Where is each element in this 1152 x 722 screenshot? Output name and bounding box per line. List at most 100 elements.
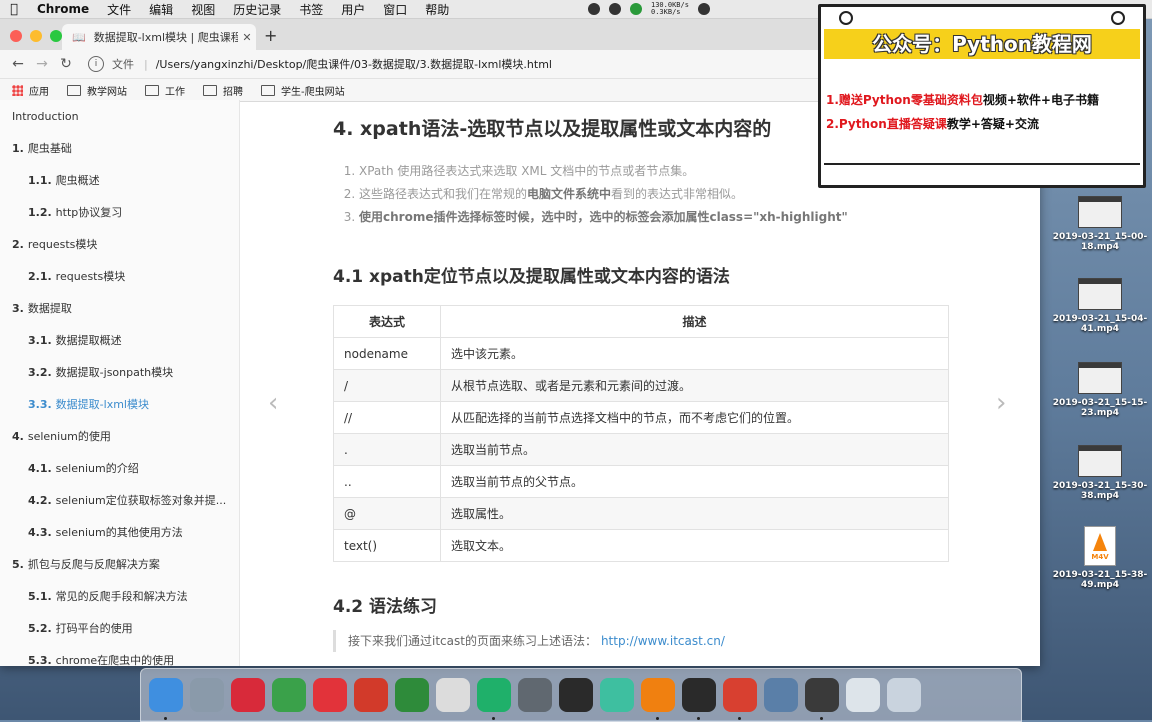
note-text-post: 看到的表达式非常相似。 xyxy=(611,187,744,201)
chevron-right-icon[interactable]: › xyxy=(996,388,1006,418)
desktop-file[interactable]: 2019-03-21_15-04-41.mp4 xyxy=(1050,278,1150,334)
dock-app-icon[interactable] xyxy=(846,678,880,712)
promo-line-2-red: 2.Python直播答疑课 xyxy=(826,117,947,131)
sidebar-item[interactable]: 3.1. 数据提取概述 xyxy=(0,324,239,356)
promo-divider xyxy=(824,163,1140,165)
sidebar-item[interactable]: 5.3. chrome在爬虫中的使用 xyxy=(0,644,239,667)
menu-history[interactable]: 历史记录 xyxy=(224,1,290,18)
sidebar-item[interactable]: 4.2. selenium定位获取标签对象并提... xyxy=(0,484,239,516)
sidebar-item[interactable]: 1. 爬虫基础 xyxy=(0,132,239,164)
desktop-file[interactable]: 2019-03-21_15-30-38.mp4 xyxy=(1050,445,1150,501)
folder-icon xyxy=(203,84,217,96)
expression-cell: nodename xyxy=(333,337,441,370)
sidebar-item[interactable]: 3. 数据提取 xyxy=(0,292,239,324)
menu-view[interactable]: 视图 xyxy=(182,1,224,18)
sidebar-item[interactable]: 4.3. selenium的其他使用方法 xyxy=(0,516,239,548)
sidebar-item[interactable]: 5.1. 常见的反爬手段和解决方法 xyxy=(0,580,239,612)
dock-app-icon[interactable] xyxy=(805,678,839,720)
desktop-file[interactable]: 2019-03-21_15-15-23.mp4 xyxy=(1050,362,1150,418)
dock-app-icon[interactable] xyxy=(600,678,634,712)
sidebar-item[interactable]: 2.1. requests模块 xyxy=(0,260,239,292)
sidebar-item[interactable]: 5. 抓包与反爬与反爬解决方案 xyxy=(0,548,239,580)
menu-bookmarks[interactable]: 书签 xyxy=(290,1,332,18)
dock-app-icon[interactable] xyxy=(149,678,183,720)
reload-button[interactable]: ↻ xyxy=(54,56,78,72)
dock-app-icon[interactable] xyxy=(477,678,511,720)
itcast-link[interactable]: http://www.itcast.cn/ xyxy=(601,634,725,648)
close-window-button[interactable] xyxy=(10,30,22,42)
address-bar[interactable]: i 文件 | /Users/yangxinzhi/Desktop/爬虫课件/03… xyxy=(88,56,552,72)
desktop-file[interactable]: 2019-03-21_15-00-18.mp4 xyxy=(1050,196,1150,252)
dock-app-icon[interactable] xyxy=(764,678,798,712)
sidebar-item[interactable]: 3.3. 数据提取-lxml模块 xyxy=(0,388,239,420)
table-row: text() 选取文本。 xyxy=(333,529,949,562)
video-thumbnail-icon xyxy=(1078,278,1122,310)
sidebar-item[interactable]: Introduction xyxy=(0,100,239,132)
apple-icon[interactable]:  xyxy=(0,2,28,17)
sidebar-item-label: 数据提取-lxml模块 xyxy=(55,398,149,411)
sidebar-item-number: 5.3. xyxy=(28,653,52,667)
sidebar-item[interactable]: 2. requests模块 xyxy=(0,228,239,260)
dock-app-icon[interactable] xyxy=(313,678,347,712)
bookmark-label: 应用 xyxy=(29,86,49,98)
menu-help[interactable]: 帮助 xyxy=(416,1,458,18)
dock-app-icon[interactable] xyxy=(190,678,224,712)
promo-line-1-black: 视频+软件+电子书籍 xyxy=(982,93,1099,107)
dock xyxy=(140,668,1022,722)
dock-app-icon[interactable] xyxy=(354,678,388,712)
sidebar-item[interactable]: 5.2. 打码平台的使用 xyxy=(0,612,239,644)
menu-edit[interactable]: 编辑 xyxy=(140,1,182,18)
dock-app-icon[interactable] xyxy=(231,678,265,712)
upload-icon[interactable] xyxy=(630,3,642,15)
dock-app-icon[interactable] xyxy=(518,678,552,712)
address-scheme: 文件 xyxy=(112,58,134,71)
promo-line-2: 2.Python直播答疑课教学+答疑+交流 xyxy=(826,115,1039,132)
sidebar-item[interactable]: 4. selenium的使用 xyxy=(0,420,239,452)
forward-button[interactable]: → xyxy=(30,56,54,72)
sidebar-item[interactable]: 4.1. selenium的介绍 xyxy=(0,452,239,484)
bookmark-teaching[interactable]: 教学网站 xyxy=(67,83,127,98)
quote-text: 接下来我们通过itcast的页面来练习上述语法： xyxy=(348,634,597,648)
back-button[interactable]: ← xyxy=(6,56,30,72)
record-icon[interactable] xyxy=(609,3,621,15)
bookmark-student[interactable]: 学生-爬虫网站 xyxy=(261,83,345,98)
bookmark-apps[interactable]: 应用 xyxy=(12,83,49,98)
desktop-file[interactable]: M4V 2019-03-21_15-38-49.mp4 xyxy=(1050,526,1150,590)
sidebar-item-label: selenium的其他使用方法 xyxy=(55,526,183,539)
bookmark-jobs[interactable]: 招聘 xyxy=(203,83,243,98)
description-cell: 选取文本。 xyxy=(440,529,949,562)
promo-overlay: 公众号：Python教程网 1.赠送Python零基础资料包视频+软件+电子书籍… xyxy=(818,4,1146,188)
menu-file[interactable]: 文件 xyxy=(98,1,140,18)
promo-line-2-black: 教学+答疑+交流 xyxy=(946,117,1039,131)
send-icon[interactable] xyxy=(588,3,600,15)
menu-people[interactable]: 用户 xyxy=(332,1,374,18)
dock-app-icon[interactable] xyxy=(272,678,306,712)
bookmark-work[interactable]: 工作 xyxy=(145,83,185,98)
dock-app-icon[interactable] xyxy=(723,678,757,720)
chevron-left-icon[interactable]: ‹ xyxy=(268,388,278,418)
table-row: //从匹配选择的当前节点选择文档中的节点，而不考虑它们的位置。 xyxy=(333,401,949,434)
menu-chrome[interactable]: Chrome xyxy=(28,2,98,16)
description-cell: 选中该元素。 xyxy=(440,337,949,370)
bookmark-label: 招聘 xyxy=(223,86,243,98)
new-tab-button[interactable]: + xyxy=(264,26,277,45)
dock-app-icon[interactable] xyxy=(641,678,675,720)
menu-window[interactable]: 窗口 xyxy=(374,1,416,18)
minimize-window-button[interactable] xyxy=(30,30,42,42)
dock-app-icon[interactable] xyxy=(682,678,716,720)
app-icon[interactable] xyxy=(697,3,710,15)
sidebar-item-number: 4. xyxy=(12,429,24,443)
description-cell: 从匹配选择的当前节点选择文档中的节点，而不考虑它们的位置。 xyxy=(440,401,949,434)
dock-app-icon[interactable] xyxy=(436,678,470,712)
dock-app-icon[interactable] xyxy=(559,678,593,712)
info-icon[interactable]: i xyxy=(88,56,104,72)
sidebar-item[interactable]: 1.1. 爬虫概述 xyxy=(0,164,239,196)
close-tab-icon[interactable]: ✕ xyxy=(238,31,256,44)
tab-lxml[interactable]: 📖 数据提取-lxml模块 | 爬虫课程概 ✕ xyxy=(62,24,256,50)
sidebar-item[interactable]: 1.2. http协议复习 xyxy=(0,196,239,228)
zoom-window-button[interactable] xyxy=(50,30,62,42)
dock-app-icon[interactable] xyxy=(887,678,921,712)
dock-app-icon[interactable] xyxy=(395,678,429,712)
sidebar-item[interactable]: 3.2. 数据提取-jsonpath模块 xyxy=(0,356,239,388)
section-heading-4: 4. xpath语法-选取节点以及提取属性或文本内容的 xyxy=(333,118,772,140)
